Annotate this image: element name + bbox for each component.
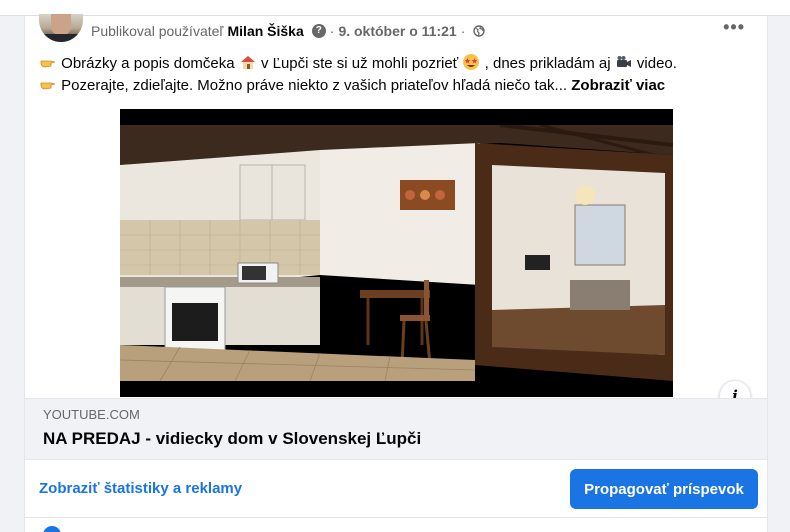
question-circle-icon[interactable]: ?	[311, 24, 326, 38]
text-segment-5: Pozerajte, zdieľajte. Možno práve niekto…	[61, 77, 568, 94]
post-text-line-1: Obrázky a popis domčeka v Ľupči ste si u…	[39, 53, 749, 75]
text-segment-4: video.	[636, 55, 677, 72]
house-emoji	[240, 56, 255, 69]
video-media[interactable]: i	[25, 109, 767, 412]
view-stats-and-ads-link[interactable]: Zobraziť štatistiky a reklamy	[39, 480, 242, 497]
text-segment-3: , dnes prikladám aj	[484, 55, 611, 72]
post-header: Publikoval používateľ Milan Šiška ? · 9.…	[91, 23, 486, 39]
link-title[interactable]: NA PREDAJ - vidiecky dom v Slovenskej Ľu…	[43, 429, 421, 449]
link-domain: YOUTUBE.COM	[43, 407, 140, 422]
post-text-line-2: Pozerajte, zdieľajte. Možno práve niekto…	[39, 75, 749, 97]
text-segment-1: Obrázky a popis domčeka	[61, 55, 235, 72]
separator-2: ·	[460, 23, 466, 39]
like-reaction-icon[interactable]	[43, 526, 61, 532]
post-actions: Zobraziť štatistiky a reklamy Propagovať…	[25, 460, 767, 518]
globe-icon[interactable]	[473, 25, 486, 37]
link-preview[interactable]: YOUTUBE.COM NA PREDAJ - vidiecky dom v S…	[25, 398, 767, 460]
video-thumbnail[interactable]	[120, 125, 673, 381]
author-avatar[interactable]	[39, 14, 83, 42]
post-text: Obrázky a popis domčeka v Ľupči ste si u…	[39, 53, 749, 97]
backhand-index-pointing-right-emoji	[40, 82, 56, 90]
published-by-label: Publikoval používateľ	[91, 23, 224, 39]
video-player[interactable]	[120, 109, 673, 397]
video-camera-emoji	[616, 56, 631, 67]
separator: ·	[329, 23, 335, 39]
reactions-row	[25, 518, 767, 532]
backhand-index-pointing-right-emoji	[40, 60, 56, 68]
star-struck-emoji	[463, 54, 480, 70]
author-name[interactable]: Milan Šiška	[228, 23, 304, 39]
more-options-icon[interactable]: •••	[723, 17, 745, 38]
text-segment-2: v Ľupči ste si už mohli pozrieť	[260, 55, 459, 72]
promote-post-button[interactable]: Propagovať príspevok	[570, 469, 758, 509]
post-card: Publikoval používateľ Milan Šiška ? · 9.…	[24, 14, 768, 532]
top-bar	[0, 0, 790, 16]
see-more-link[interactable]: Zobraziť viac	[571, 77, 665, 94]
post-date[interactable]: 9. október o 11:21	[338, 23, 456, 39]
